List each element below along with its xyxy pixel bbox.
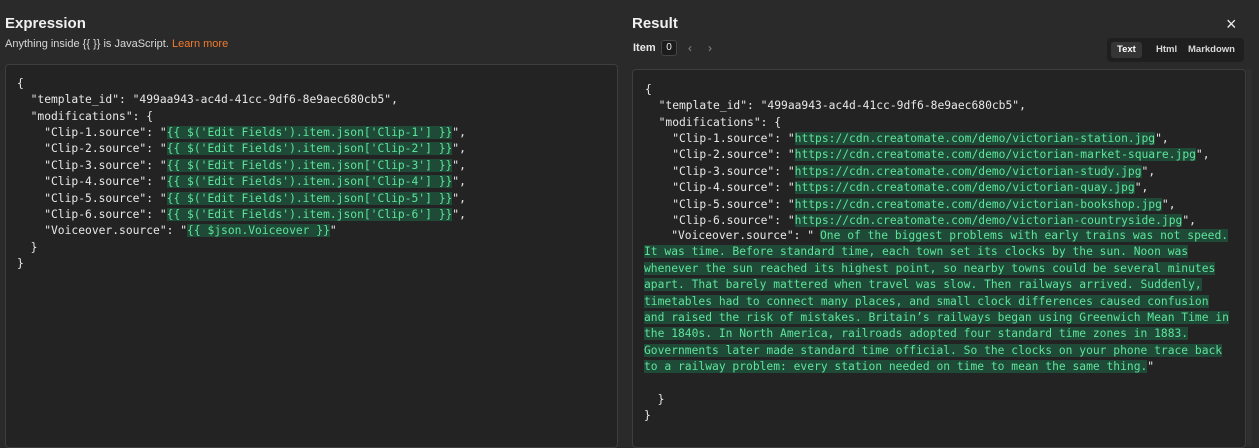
code-key: "Clip-6.source": " <box>645 214 795 228</box>
code-tail: ", <box>1134 181 1149 195</box>
result-line: "Clip-4.source": "https://cdn.creatomate… <box>645 180 1210 196</box>
code-key: "Clip-3.source": " <box>17 158 167 172</box>
code-key: "Clip-3.source": " <box>645 164 795 178</box>
code-key: "Clip-4.source": " <box>17 175 167 189</box>
resolved-url: https://cdn.creatomate.com/demo/victoria… <box>794 214 1183 228</box>
expression-modifications: "Clip-1.source": "{{ $('Edit Fields').it… <box>17 125 466 240</box>
code-key: "Clip-1.source": " <box>645 132 795 145</box>
expression-line: "Clip-5.source": "{{ $('Edit Fields').it… <box>17 191 466 207</box>
result-title: Result <box>632 15 678 32</box>
chevron-right-icon[interactable]: › <box>708 41 712 55</box>
result-line: "Clip-6.source": "https://cdn.creatomate… <box>645 213 1210 229</box>
expression-line: "Clip-1.source": "{{ $('Edit Fields').it… <box>17 125 466 141</box>
item-label: Item <box>633 42 656 54</box>
code-tail: ", <box>1161 197 1176 211</box>
code-tail: ", <box>452 158 466 172</box>
voiceover-tail: " <box>1147 360 1155 374</box>
resolved-url: https://cdn.creatomate.com/demo/victoria… <box>794 197 1162 211</box>
code-tail: ", <box>1155 132 1169 145</box>
result-line: "Clip-1.source": "https://cdn.creatomate… <box>645 131 1210 147</box>
expression-line: "Clip-3.source": "{{ $('Edit Fields').it… <box>17 158 466 174</box>
expression-token: {{ $('Edit Fields').item.json['Clip-1'] … <box>166 126 453 139</box>
result-code-open: { "template_id": "499aa943-ac4d-41cc-9df… <box>645 83 1026 129</box>
tab-text[interactable]: Text <box>1111 42 1142 58</box>
expression-line: "Voiceover.source": "{{ $json.Voiceover … <box>17 223 466 239</box>
expression-line: "Clip-6.source": "{{ $('Edit Fields').it… <box>17 207 466 223</box>
code-key: "Clip-6.source": " <box>17 208 167 222</box>
expression-token: {{ $json.Voiceover }} <box>187 224 330 238</box>
expression-token: {{ $('Edit Fields').item.json['Clip-5'] … <box>166 191 453 205</box>
code-key: "Clip-2.source": " <box>17 142 167 156</box>
expression-line: "Clip-4.source": "{{ $('Edit Fields').it… <box>17 174 466 190</box>
result-line: "Clip-5.source": "https://cdn.creatomate… <box>645 197 1210 213</box>
expression-code-close: } } <box>17 241 38 271</box>
code-tail: ", <box>1141 164 1156 178</box>
resolved-url: https://cdn.creatomate.com/demo/victoria… <box>794 164 1142 178</box>
tab-html[interactable]: Html <box>1150 42 1183 58</box>
resolved-url: https://cdn.creatomate.com/demo/victoria… <box>794 181 1135 195</box>
expression-token: {{ $('Edit Fields').item.json['Clip-4'] … <box>166 175 453 189</box>
code-tail: ", <box>452 126 466 139</box>
chevron-left-icon[interactable]: ‹ <box>688 41 692 55</box>
resolved-url: https://cdn.creatomate.com/demo/victoria… <box>794 148 1196 162</box>
result-line: "Clip-2.source": "https://cdn.creatomate… <box>645 147 1210 163</box>
code-tail: ", <box>1195 148 1210 162</box>
expression-token: {{ $('Edit Fields').item.json['Clip-6'] … <box>166 208 453 222</box>
result-code-close: } } <box>644 393 665 423</box>
result-line: "Clip-3.source": "https://cdn.creatomate… <box>645 164 1210 180</box>
expression-title: Expression <box>5 15 86 32</box>
item-index-input[interactable]: 0 <box>661 40 677 56</box>
result-format-tabs: Text Html Markdown <box>1107 38 1244 62</box>
code-tail: ", <box>1182 214 1196 228</box>
code-key: "Clip-5.source": " <box>17 191 167 205</box>
expression-editor[interactable]: { "template_id": "499aa943-ac4d-41cc-9df… <box>5 64 618 448</box>
learn-more-link[interactable]: Learn more <box>172 38 228 50</box>
result-modifications: "Clip-1.source": "https://cdn.creatomate… <box>645 131 1210 229</box>
code-tail: ", <box>452 142 466 156</box>
voiceover-text: One of the biggest problems with early t… <box>644 229 1229 374</box>
expression-hint: Anything inside {{ }} is JavaScript. Lea… <box>5 38 228 50</box>
resolved-url: https://cdn.creatomate.com/demo/victoria… <box>794 132 1156 145</box>
voiceover-value: One of the biggest problems with early t… <box>644 228 1230 376</box>
code-key: "Clip-2.source": " <box>645 148 795 162</box>
expression-token: {{ $('Edit Fields').item.json['Clip-2'] … <box>166 142 453 156</box>
code-tail: ", <box>452 175 466 189</box>
expression-token: {{ $('Edit Fields').item.json['Clip-3'] … <box>166 158 453 172</box>
tab-markdown[interactable]: Markdown <box>1182 42 1241 58</box>
expression-line: "Clip-2.source": "{{ $('Edit Fields').it… <box>17 141 466 157</box>
code-key: "Clip-5.source": " <box>645 197 795 211</box>
code-key: "Clip-1.source": " <box>17 126 167 139</box>
close-icon[interactable]: × <box>1226 14 1237 35</box>
expression-hint-text: Anything inside {{ }} is JavaScript. <box>5 38 169 50</box>
code-key: "Clip-4.source": " <box>645 181 795 195</box>
code-tail: ", <box>452 208 466 222</box>
code-key: "Voiceover.source": " <box>17 224 188 238</box>
code-tail: " <box>329 224 337 238</box>
expression-code-open: { "template_id": "499aa943-ac4d-41cc-9df… <box>17 77 398 123</box>
code-tail: ", <box>452 191 466 205</box>
result-scrollbar[interactable] <box>1247 69 1252 446</box>
